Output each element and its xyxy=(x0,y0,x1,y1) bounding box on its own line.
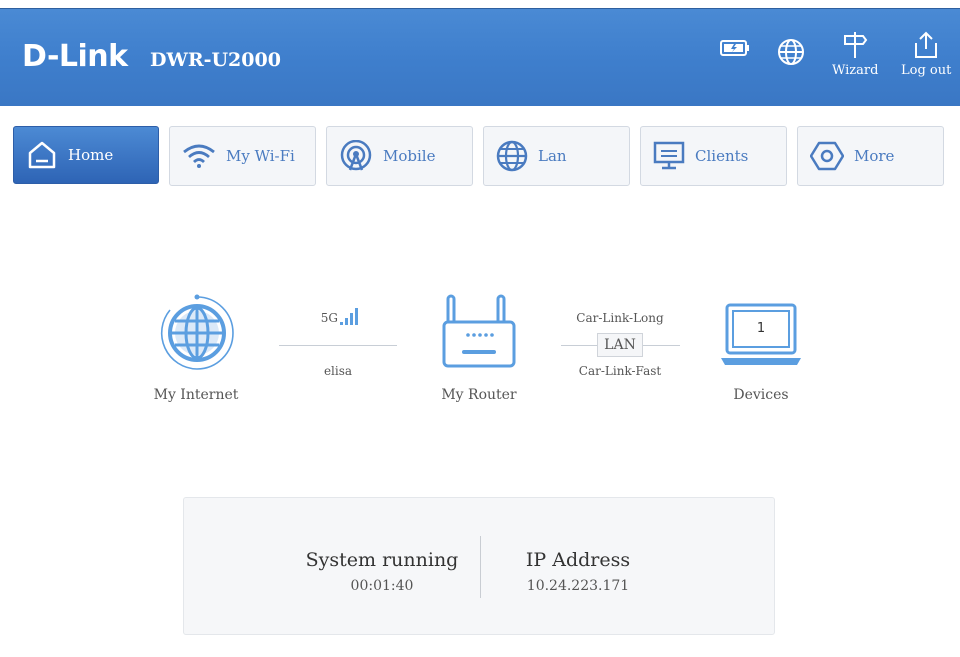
link-bottom-label: Car-Link-Fast xyxy=(578,364,662,378)
wizard-label: Wizard xyxy=(832,63,879,78)
model-name: DWR-U2000 xyxy=(150,49,281,71)
status-panel: System running 00:01:40 IP Address 10.24… xyxy=(183,497,775,635)
wifi-icon xyxy=(183,144,215,168)
devices-count: 1 xyxy=(756,321,766,336)
logout-label: Log out xyxy=(901,63,952,78)
tab-clients-label: Clients xyxy=(695,147,749,165)
tab-lan-label: Lan xyxy=(538,147,567,165)
internet-globe-icon xyxy=(160,294,234,370)
internet-node[interactable] xyxy=(158,294,236,376)
tab-mobile[interactable]: Mobile xyxy=(326,126,473,186)
globe-icon[interactable] xyxy=(777,38,805,66)
mobile-antenna-icon xyxy=(340,140,372,171)
system-running-title: System running xyxy=(305,549,459,571)
tab-clients[interactable]: Clients xyxy=(640,126,787,186)
router-label: My Router xyxy=(441,387,517,403)
wizard-button[interactable]: Wizard xyxy=(832,31,878,78)
system-running-value: 00:01:40 xyxy=(350,578,414,594)
tab-home-label: Home xyxy=(68,146,114,164)
link-top-label: Car-Link-Long xyxy=(576,311,664,325)
tab-home[interactable]: Home xyxy=(13,126,159,184)
logout-button[interactable]: Log out xyxy=(901,31,951,78)
home-icon xyxy=(28,141,56,169)
router-node[interactable] xyxy=(442,294,516,374)
router-icon xyxy=(442,294,516,368)
signal-bars-icon xyxy=(339,306,361,330)
tab-my-wifi-label: My Wi-Fi xyxy=(226,147,295,165)
tab-my-wifi[interactable]: My Wi-Fi xyxy=(169,126,316,186)
tab-mobile-label: Mobile xyxy=(383,147,436,165)
hexagon-settings-icon xyxy=(810,141,844,171)
ip-address-value: 10.24.223.171 xyxy=(526,578,630,594)
lan-line-left xyxy=(561,345,597,346)
network-type: 5G xyxy=(320,311,338,325)
devices-label: Devices xyxy=(733,387,789,403)
monitor-icon xyxy=(653,141,685,170)
lan-globe-icon xyxy=(496,140,528,172)
tab-more-label: More xyxy=(854,147,895,165)
internet-label: My Internet xyxy=(153,387,239,403)
ip-address-title: IP Address xyxy=(525,549,631,571)
lan-box: LAN xyxy=(597,333,643,357)
battery-icon[interactable] xyxy=(720,39,750,57)
internet-link-line xyxy=(279,345,397,346)
lan-line-right xyxy=(643,345,680,346)
header-bar: D-Link DWR-U2000 Wizard Log out xyxy=(0,8,960,106)
tab-more[interactable]: More xyxy=(797,126,944,186)
brand-logo: D-Link xyxy=(22,39,128,74)
logout-icon xyxy=(915,31,938,58)
tab-lan[interactable]: Lan xyxy=(483,126,630,186)
devices-node[interactable]: 1 xyxy=(720,303,802,367)
carrier-name: elisa xyxy=(323,364,353,378)
wizard-signpost-icon xyxy=(844,32,868,58)
